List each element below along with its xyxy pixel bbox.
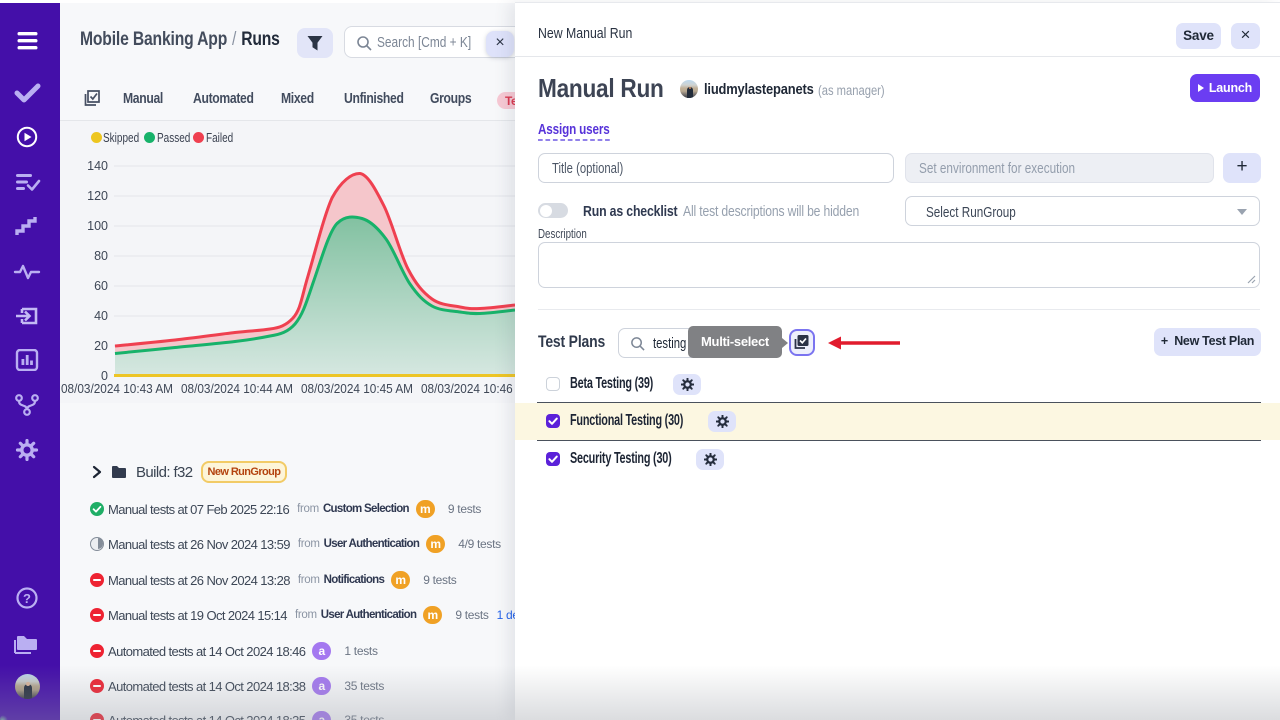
svg-text:?: ? [23, 591, 31, 606]
svg-text:20: 20 [94, 339, 108, 353]
svg-text:80: 80 [94, 249, 108, 263]
svg-text:60: 60 [94, 279, 108, 293]
svg-text:08/03/2024 10:45 AM: 08/03/2024 10:45 AM [301, 381, 413, 396]
svg-text:08/03/2024 10:46 AM: 08/03/2024 10:46 AM [421, 381, 515, 396]
svg-text:08/03/2024 10:43 AM: 08/03/2024 10:43 AM [61, 381, 173, 396]
svg-text:100: 100 [87, 219, 108, 233]
svg-text:08/03/2024 10:44 AM: 08/03/2024 10:44 AM [181, 381, 293, 396]
svg-text:120: 120 [87, 189, 108, 203]
svg-text:140: 140 [87, 159, 108, 173]
svg-text:40: 40 [94, 309, 108, 323]
